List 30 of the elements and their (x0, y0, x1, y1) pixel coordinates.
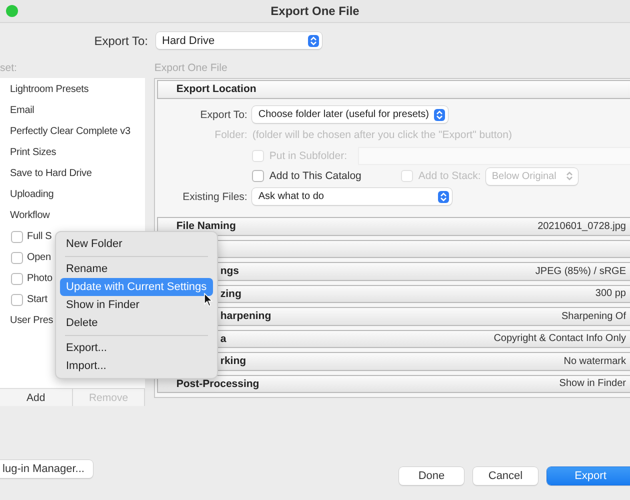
folder-note: (folder will be chosen after you click the "Export" button) (252, 129, 512, 142)
section-title: File Naming (176, 220, 236, 232)
section-summary: No watermark (564, 356, 626, 367)
preset-name: Photo (27, 273, 52, 284)
field-label: Existing Files: (182, 190, 248, 203)
section-title: harpening (220, 310, 272, 322)
window-title: Export One File (270, 4, 360, 18)
export-to-label: Export To: (93, 34, 148, 48)
section-summary: 300 pp (595, 288, 626, 300)
section-title: rking (220, 355, 246, 368)
section-title: a (220, 332, 226, 345)
section-title: zing (220, 288, 242, 300)
checkbox-label: Add to This Catalog (269, 170, 362, 182)
section-title: ngs (220, 265, 240, 278)
field-label: Folder: (214, 129, 248, 142)
section-title: Post-Processing (176, 378, 260, 390)
preset-name: Start (27, 294, 48, 305)
field-label: Export To: (199, 108, 248, 121)
checkbox-label: Put in Subfolder: (269, 150, 347, 162)
section-summary: JPEG (85%) / sRGE (535, 266, 626, 277)
preset-name: Open (27, 252, 51, 263)
preset-name: Full S (27, 231, 52, 242)
section-summary: Show in Finder (559, 378, 626, 390)
section-summary: Copyright & Contact Info Only (494, 333, 626, 344)
section-summary: 20210601_0728.jpg (538, 220, 626, 232)
section-summary: Sharpening Of (562, 310, 626, 322)
section-title: Export Location (176, 83, 256, 96)
checkbox-label: Add to Stack: (418, 170, 481, 182)
settings-label: Export One File (154, 61, 228, 76)
preset-label: set: (0, 61, 18, 76)
